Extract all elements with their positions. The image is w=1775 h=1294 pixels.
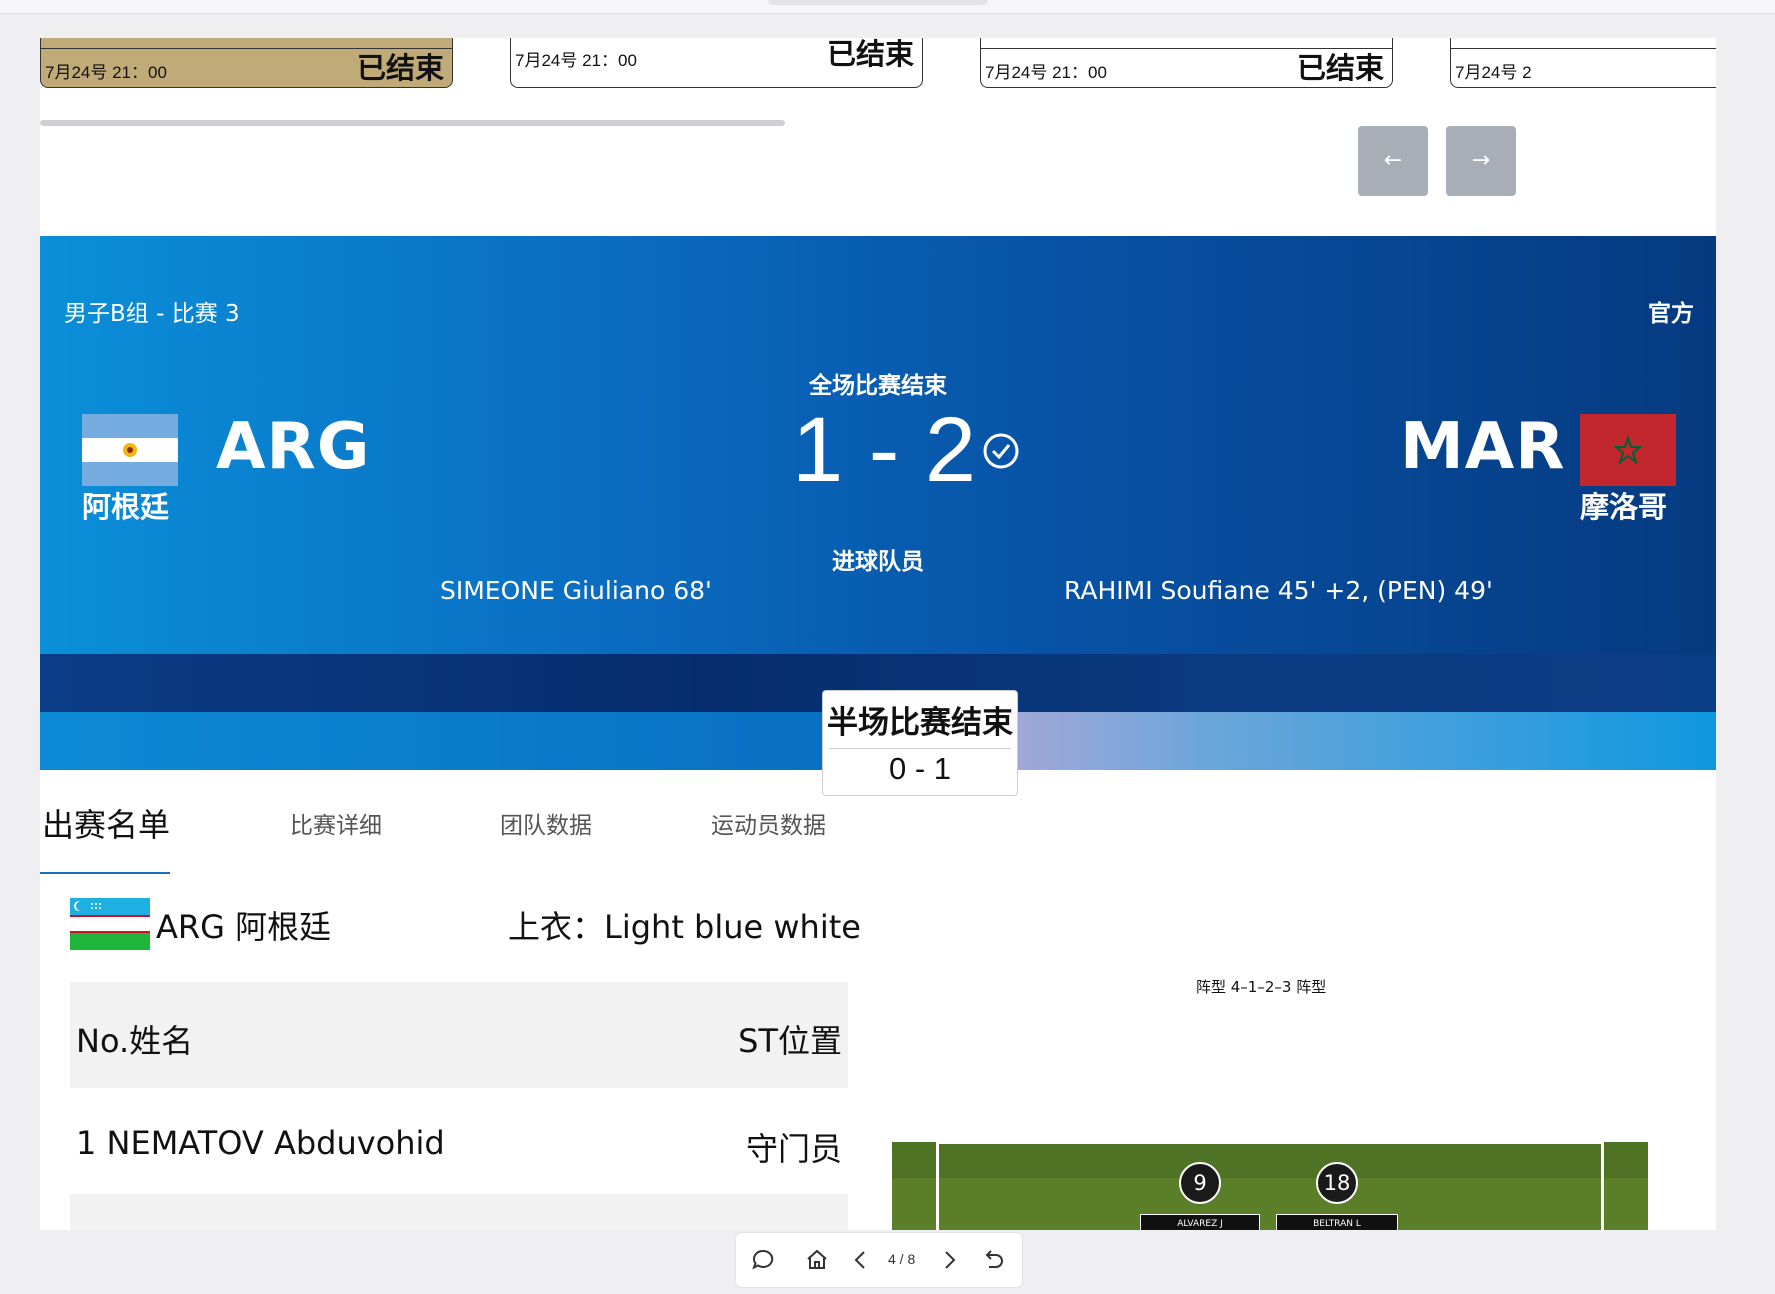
card-divider <box>1451 48 1716 49</box>
bottom-toolbar: 4 / 8 <box>735 1232 1023 1288</box>
match-card-date: 7月24号 21：00 <box>985 63 1107 82</box>
match-card[interactable]: 7月24号 21：00 已结束 <box>980 38 1393 88</box>
formation-label: 阵型 4–1–2–3 阵型 <box>1196 978 1327 996</box>
full-time-label: 全场比赛结束 <box>809 373 947 399</box>
roster-team-name: ARG 阿根廷 <box>156 908 332 946</box>
away-team-code: MAR <box>1400 410 1566 484</box>
match-card-date: 7月24号 2 <box>1455 63 1532 82</box>
roster-header-row: No.姓名 ST位置 <box>70 982 848 1088</box>
match-card[interactable]: 7月24号 21：00 已结束 <box>510 38 923 88</box>
away-team-name: 摩洛哥 <box>1580 490 1668 524</box>
match-group-label: 男子B组 - 比赛 3 <box>64 301 240 327</box>
table-row[interactable]: 1 NEMATOV Abduvohid 守门员 <box>70 1088 848 1194</box>
chevron-right-icon[interactable] <box>936 1247 962 1273</box>
comment-icon[interactable] <box>750 1247 776 1273</box>
halftime-label: 半场比赛结束 <box>827 705 1013 741</box>
next-arrow-button[interactable]: → <box>1446 126 1516 196</box>
match-page: 7月24号 21：00 已结束 7月24号 21：00 已结束 7月24号 21… <box>40 38 1716 1230</box>
pitch-stripe <box>892 1142 1648 1178</box>
home-team-code: ARG <box>216 410 371 484</box>
home-team-name: 阿根廷 <box>82 490 170 524</box>
browser-top-strip <box>0 0 1775 14</box>
undo-icon[interactable] <box>980 1247 1006 1273</box>
final-score: 1 - 2 <box>792 399 977 501</box>
match-card-date: 7月24号 21：00 <box>45 63 167 82</box>
match-card-status: 已结束 <box>356 51 444 85</box>
official-label: 官方 <box>1648 301 1694 327</box>
player-marker-name: ALVAREZ J <box>1140 1214 1260 1230</box>
tab-team-stats[interactable]: 团队数据 <box>500 806 592 840</box>
carousel-scrollbar[interactable] <box>40 120 785 126</box>
tab-lineup[interactable]: 出赛名单 <box>42 800 170 846</box>
table-row[interactable] <box>70 1194 848 1230</box>
player-marker[interactable]: 9 <box>1179 1162 1221 1204</box>
player-marker-name: BELTRAN L <box>1276 1214 1398 1230</box>
halftime-divider <box>829 748 1011 749</box>
pitch-line <box>936 1142 939 1230</box>
header-position: ST位置 <box>738 1022 842 1060</box>
home-scorers: SIMEONE Giuliano 68' <box>440 576 712 605</box>
check-circle-icon <box>983 433 1019 469</box>
active-tab-indicator <box>40 872 170 874</box>
match-card[interactable]: 7月24号 2 <box>1450 38 1716 88</box>
browser-tab-handle[interactable] <box>768 0 988 5</box>
match-card-status: 已结束 <box>826 38 914 71</box>
away-scorers: RAHIMI Soufiane 45' +2, (PEN) 49' <box>1064 576 1493 605</box>
match-card[interactable]: 7月24号 21：00 已结束 <box>40 38 453 88</box>
scorers-title: 进球队员 <box>832 549 924 575</box>
header-number-name: No.姓名 <box>76 1022 194 1060</box>
formation-pitch: 9 ALVAREZ J 18 BELTRAN L <box>892 1142 1648 1230</box>
halftime-card: 半场比赛结束 0 - 1 <box>822 690 1018 796</box>
home-icon[interactable] <box>804 1247 830 1273</box>
argentina-flag-icon <box>82 414 178 486</box>
player-marker[interactable]: 18 <box>1316 1162 1358 1204</box>
team-flag-icon <box>70 898 150 950</box>
tab-player-stats[interactable]: 运动员数据 <box>711 806 826 840</box>
match-card-status: 已结束 <box>1296 51 1384 85</box>
morocco-flag-icon <box>1580 414 1676 486</box>
pitch-line <box>939 1142 1601 1144</box>
page-indicator: 4 / 8 <box>888 1251 916 1267</box>
pitch-line <box>1601 1142 1604 1230</box>
player-position: 守门员 <box>745 1130 842 1168</box>
match-card-date: 7月24号 21：00 <box>515 51 637 70</box>
player-name: 1 NEMATOV Abduvohid <box>76 1124 445 1162</box>
roster-shirt: 上衣：Light blue white <box>508 908 861 946</box>
prev-arrow-button[interactable]: ← <box>1358 126 1428 196</box>
halftime-score: 0 - 1 <box>888 751 952 786</box>
tab-match-details[interactable]: 比赛详细 <box>290 806 382 840</box>
chevron-left-icon[interactable] <box>848 1247 874 1273</box>
